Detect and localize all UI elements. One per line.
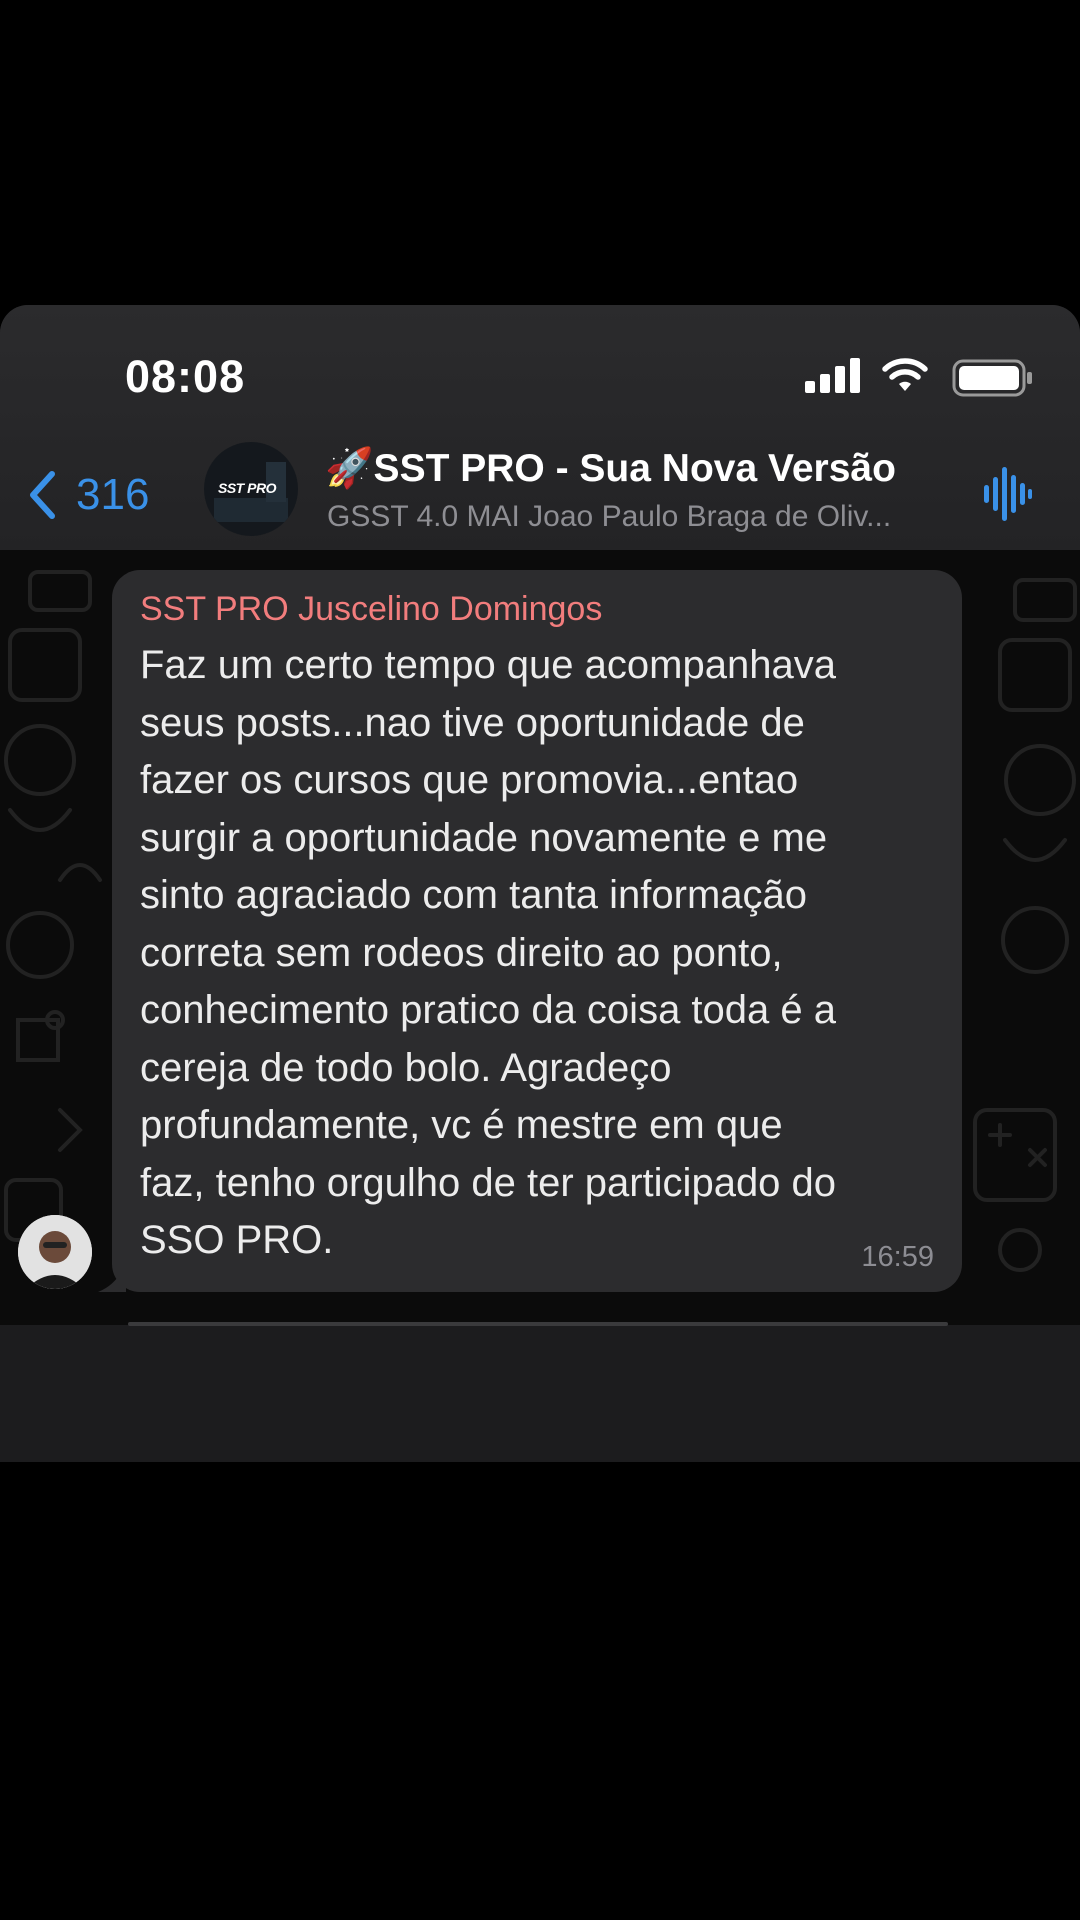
cellular-signal-icon: [805, 358, 860, 393]
chat-title[interactable]: 🚀SST PRO - Sua Nova Versão: [325, 445, 896, 491]
chat-header: 08:08 316 SST PRO 🚀SST PRO - Sua Nova Ve…: [0, 305, 1080, 550]
next-message-edge: [128, 1322, 948, 1326]
unread-count: 316: [76, 470, 150, 519]
group-logo-text: SST PRO: [218, 480, 276, 496]
status-time: 08:08: [125, 351, 246, 402]
sender-avatar[interactable]: [18, 1215, 92, 1289]
chat-subtitle[interactable]: GSST 4.0 MAI Joao Paulo Braga de Oliv...: [327, 500, 891, 534]
audio-waveform-icon[interactable]: [982, 465, 1034, 523]
back-button[interactable]: 316: [28, 465, 149, 525]
message-sender[interactable]: SST PRO Juscelino Domingos: [140, 588, 928, 630]
wifi-icon: [882, 358, 928, 391]
sender-photo: [18, 1215, 92, 1289]
group-avatar[interactable]: SST PRO: [204, 442, 298, 536]
chevron-left-icon: [30, 471, 55, 519]
bubble-tail: [98, 1262, 126, 1292]
message-timestamp: 16:59: [861, 1241, 934, 1273]
chat-area: SST PRO Juscelino Domingos Faz um certo …: [0, 550, 1080, 1325]
message-bubble[interactable]: SST PRO Juscelino Domingos Faz um certo …: [112, 570, 962, 1292]
bottom-panel: [0, 1325, 1080, 1462]
message-text: Faz um certo tempo que acompanhava seus …: [140, 643, 837, 1262]
chat-screen: 08:08 316 SST PRO 🚀SST PRO - Sua Nova Ve…: [0, 305, 1080, 1462]
battery-icon: [952, 359, 1032, 397]
